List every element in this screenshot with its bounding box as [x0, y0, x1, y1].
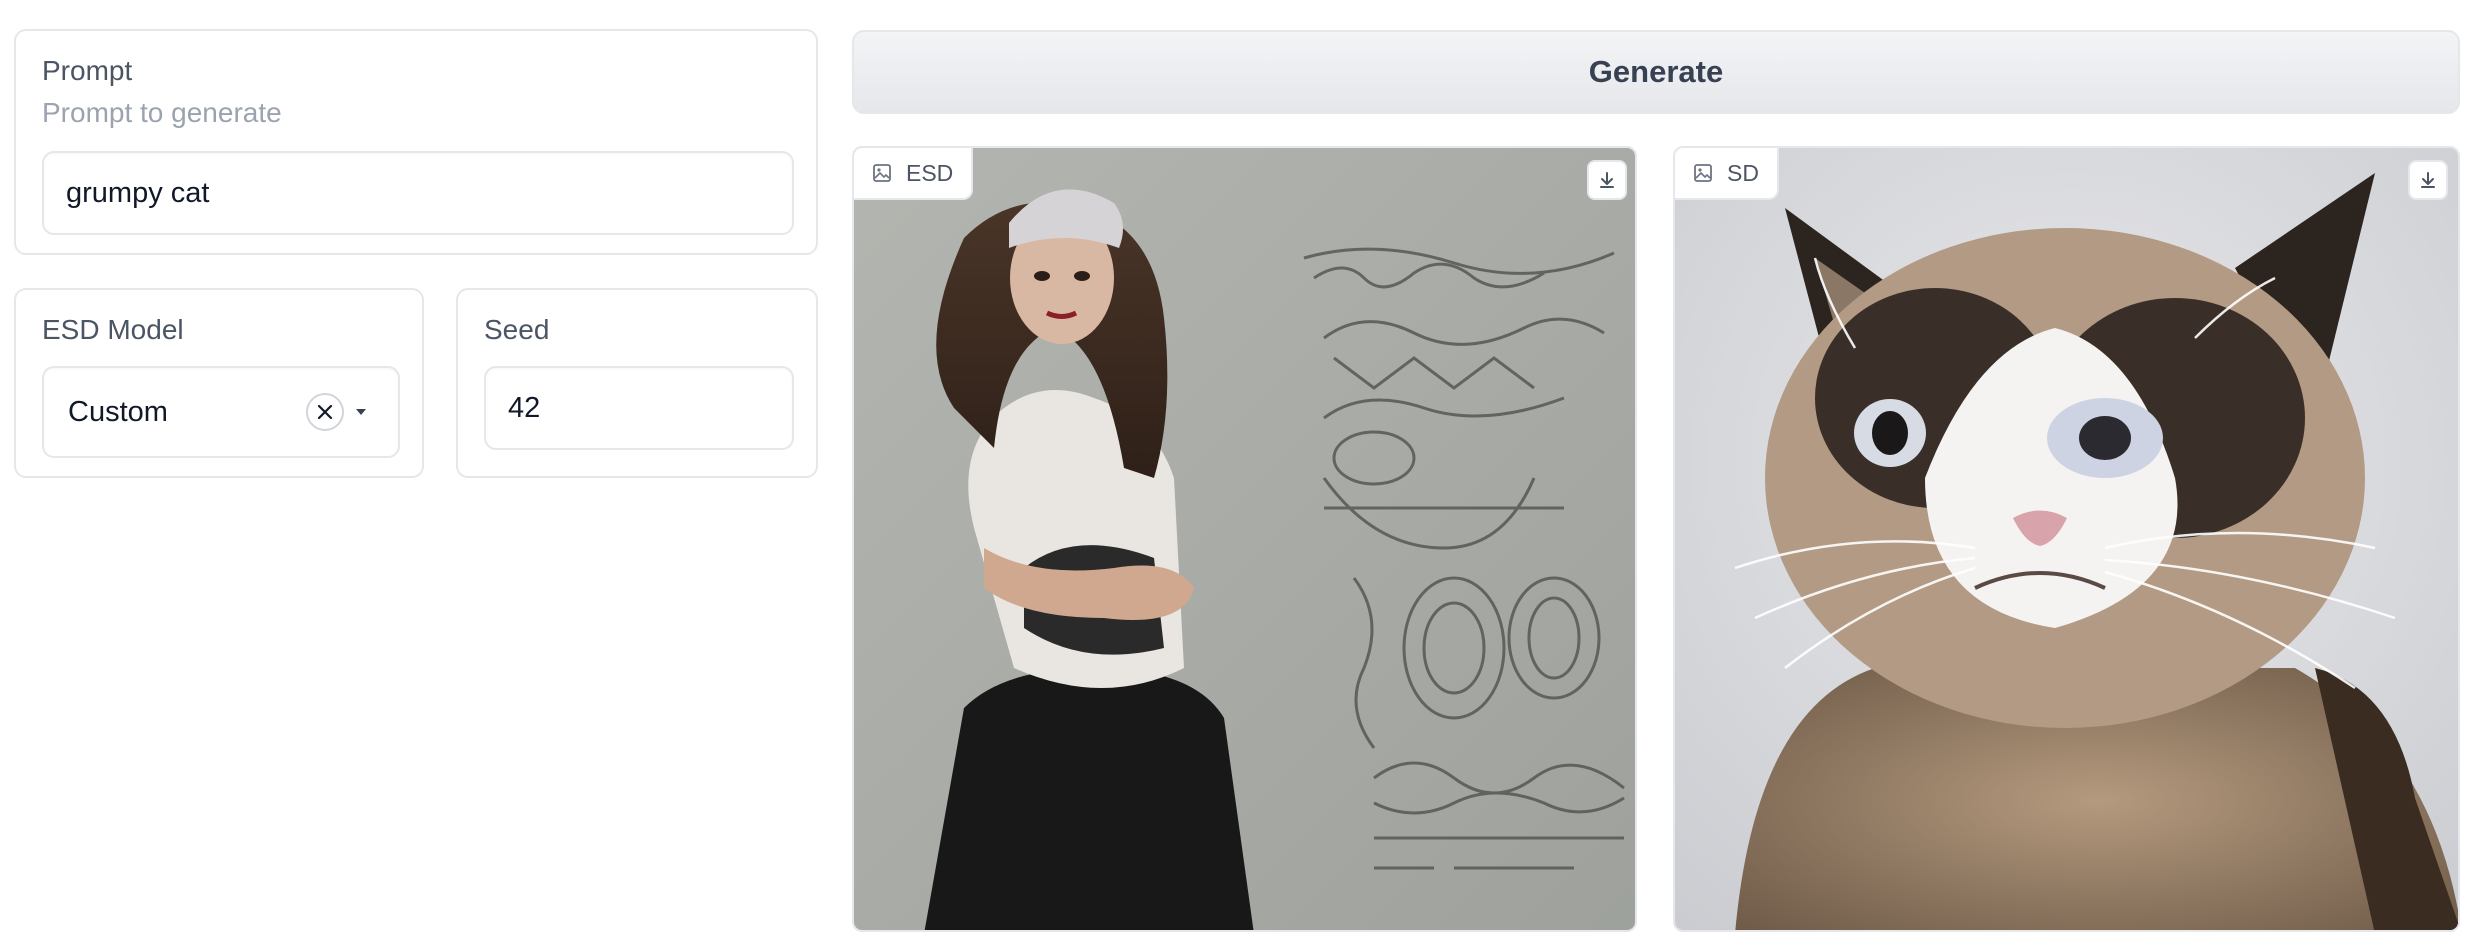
- generate-button[interactable]: Generate: [852, 30, 2460, 114]
- esd-download-button[interactable]: [1587, 160, 1627, 200]
- sd-image-output: SD: [1673, 146, 2460, 932]
- esd-model-dropdown[interactable]: Custom: [42, 366, 400, 458]
- prompt-input[interactable]: grumpy cat: [42, 151, 794, 235]
- clear-selection-button[interactable]: [306, 393, 344, 431]
- seed-panel: Seed 42: [456, 288, 818, 478]
- image-icon: [1694, 164, 1712, 182]
- sd-image-label: SD: [1727, 159, 1759, 186]
- esd-image-label: ESD: [906, 159, 954, 186]
- seed-input-value: 42: [508, 391, 541, 424]
- seed-label: Seed: [484, 314, 550, 345]
- esd-image-output: ESD: [852, 146, 1637, 932]
- download-icon: [2421, 172, 2435, 188]
- sd-generated-image: [1675, 148, 2458, 930]
- sd-image-tag: SD: [1675, 148, 1779, 200]
- esd-image-tag: ESD: [854, 148, 974, 200]
- esd-model-panel: ESD Model Custom: [14, 288, 424, 478]
- seed-input[interactable]: 42: [484, 366, 794, 450]
- chevron-down-icon[interactable]: [356, 409, 366, 415]
- prompt-input-value: grumpy cat: [66, 176, 210, 209]
- download-icon: [1600, 172, 1614, 188]
- prompt-label: Prompt: [42, 55, 133, 86]
- prompt-info: Prompt to generate: [42, 97, 282, 128]
- sd-download-button[interactable]: [2408, 160, 2448, 200]
- close-icon: [317, 404, 333, 420]
- image-icon: [873, 164, 891, 182]
- esd-model-label: ESD Model: [42, 314, 184, 345]
- esd-generated-image: [854, 148, 1635, 930]
- esd-model-value: Custom: [68, 395, 168, 428]
- prompt-panel: Prompt Prompt to generate grumpy cat: [14, 29, 818, 255]
